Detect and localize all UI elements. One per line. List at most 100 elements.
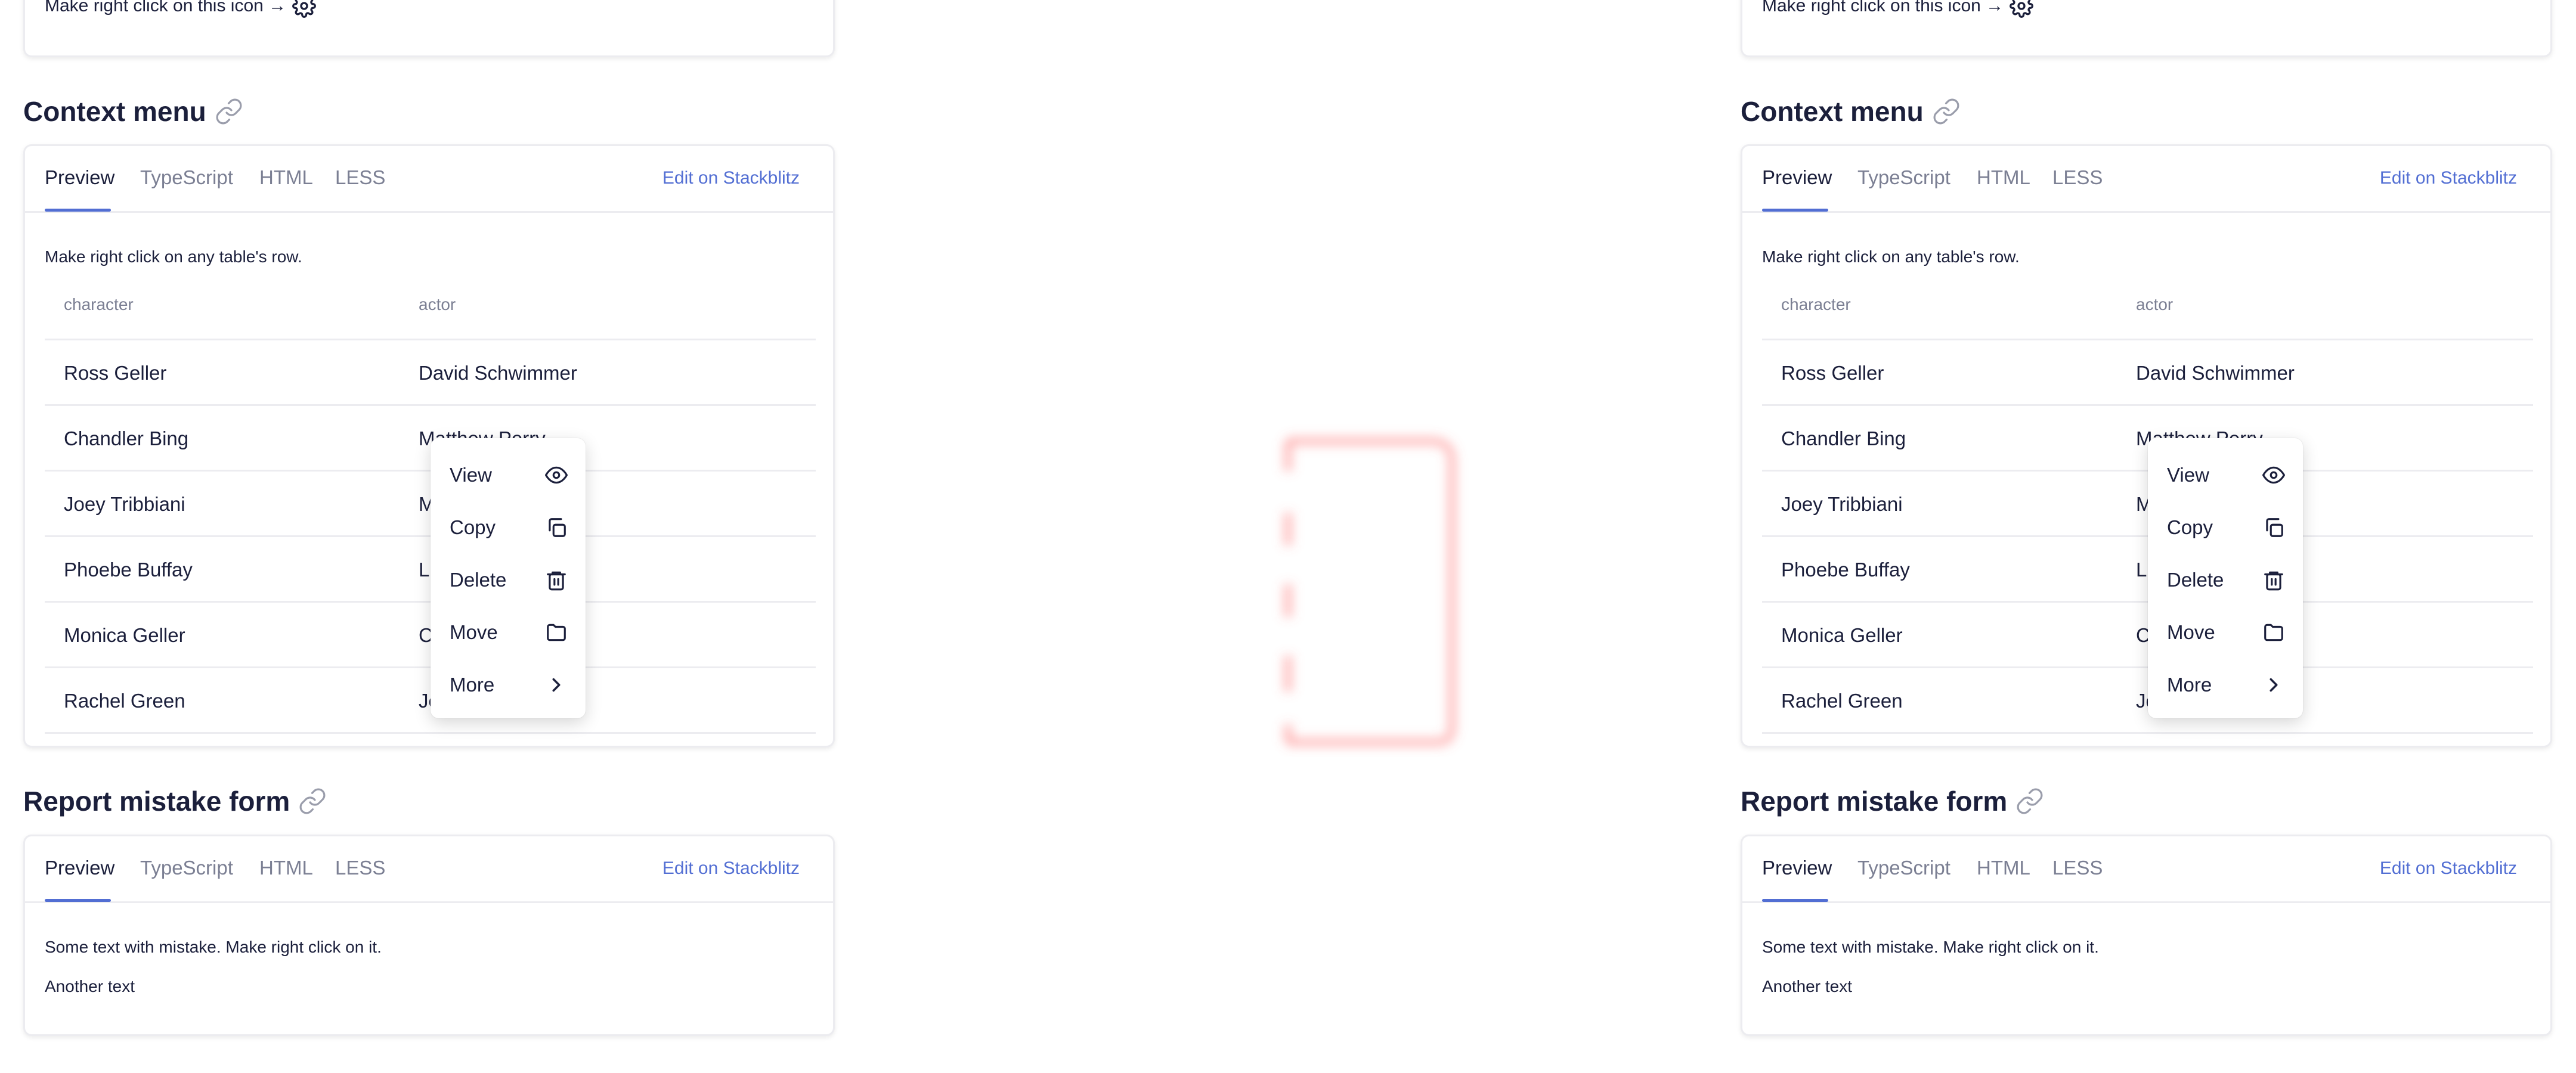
link-icon[interactable]: [2015, 787, 2044, 815]
tab-less[interactable]: LESS: [2052, 166, 2103, 189]
context-menu-title-text: Context menu: [23, 96, 206, 127]
demo-panel-left: Make right click on this icon → Context …: [23, 0, 865, 1073]
context-menu-title: Context menu: [1741, 95, 1961, 128]
tab-html[interactable]: HTML: [1977, 857, 2030, 879]
character-cell: Joey Tribbiani: [64, 493, 185, 515]
menu-item-delete[interactable]: Delete: [2148, 554, 2303, 606]
eye-icon: [2262, 466, 2285, 484]
another-text: Another text: [45, 977, 135, 996]
tab-preview[interactable]: Preview: [1762, 857, 1832, 879]
menu-item-move[interactable]: Move: [431, 606, 586, 659]
menu-item-label: More: [450, 674, 495, 696]
context-menu-title: Context menu: [23, 95, 243, 128]
active-tab-indicator: [1762, 209, 1828, 212]
actor-cell: David Schwimmer: [419, 362, 577, 384]
link-icon[interactable]: [215, 97, 243, 126]
trash-icon: [547, 571, 566, 591]
link-icon[interactable]: [298, 787, 327, 815]
character-cell: Ross Geller: [64, 362, 167, 384]
character-cell: Phoebe Buffay: [1781, 559, 1910, 581]
menu-item-label: Copy: [2167, 516, 2213, 538]
context-menu-description: Make right click on any table's row.: [1762, 247, 2020, 266]
context-menu-dropdown: View Copy Delete Move More: [431, 438, 586, 718]
mistake-text[interactable]: Some text with mistake. Make right click…: [1762, 938, 2099, 957]
table-header: character actor: [45, 295, 816, 340]
mistake-text[interactable]: Some text with mistake. Make right click…: [45, 938, 382, 957]
table-row[interactable]: Ross Geller David Schwimmer: [1762, 340, 2533, 406]
table-row[interactable]: Ross Geller David Schwimmer: [45, 340, 816, 406]
edit-on-stackblitz-link[interactable]: Edit on Stackblitz: [662, 168, 800, 188]
report-mistake-title-text: Report mistake form: [1741, 786, 2008, 817]
edit-on-stackblitz-link[interactable]: Edit on Stackblitz: [2380, 168, 2517, 188]
active-tab-indicator: [45, 209, 111, 212]
top-hint-text: Make right click on this icon →: [45, 0, 287, 15]
menu-item-more[interactable]: More: [431, 659, 586, 711]
demo-panel-right: Make right click on this icon → Context …: [1741, 0, 2576, 1073]
tab-less[interactable]: LESS: [2052, 857, 2103, 879]
character-cell: Monica Geller: [64, 624, 185, 646]
menu-item-label: View: [2167, 464, 2209, 486]
tab-less[interactable]: LESS: [335, 857, 385, 879]
another-text: Another text: [1762, 977, 1852, 996]
table-header: character actor: [1762, 295, 2533, 340]
menu-item-copy[interactable]: Copy: [2148, 501, 2303, 554]
tab-html[interactable]: HTML: [259, 857, 313, 879]
tab-typescript[interactable]: TypeScript: [140, 166, 233, 189]
menu-item-copy[interactable]: Copy: [431, 501, 586, 554]
menu-item-delete[interactable]: Delete: [431, 554, 586, 606]
link-icon[interactable]: [1932, 97, 1961, 126]
tab-html[interactable]: HTML: [259, 166, 313, 189]
character-cell: Joey Tribbiani: [1781, 493, 1903, 515]
chevron-right-icon: [552, 678, 561, 692]
folder-icon: [2264, 624, 2283, 641]
chevron-right-icon: [2270, 678, 2278, 692]
tab-preview[interactable]: Preview: [45, 857, 114, 879]
tab-preview[interactable]: Preview: [45, 166, 114, 189]
drag-ghost-outline: [1284, 437, 1456, 746]
character-cell: Chandler Bing: [64, 427, 189, 449]
tab-html[interactable]: HTML: [1977, 166, 2030, 189]
tab-less[interactable]: LESS: [335, 166, 385, 189]
menu-item-view[interactable]: View: [2148, 449, 2303, 501]
menu-item-label: Delete: [450, 569, 507, 591]
edit-on-stackblitz-link[interactable]: Edit on Stackblitz: [662, 858, 800, 879]
menu-item-move[interactable]: Move: [2148, 606, 2303, 659]
report-mistake-card: Preview TypeScript HTML LESS Edit on Sta…: [23, 835, 835, 1036]
folder-icon: [547, 624, 566, 641]
character-cell: Rachel Green: [64, 690, 185, 712]
tab-typescript[interactable]: TypeScript: [1857, 857, 1950, 879]
context-menu-tabs: Preview TypeScript HTML LESS Edit on Sta…: [25, 146, 833, 213]
menu-item-label: Delete: [2167, 569, 2224, 591]
menu-item-more[interactable]: More: [2148, 659, 2303, 711]
character-cell: Rachel Green: [1781, 690, 1903, 712]
report-mistake-title-text: Report mistake form: [23, 786, 290, 817]
character-cell: Ross Geller: [1781, 362, 1884, 384]
gear-icon[interactable]: [2010, 0, 2034, 18]
report-mistake-card: Preview TypeScript HTML LESS Edit on Sta…: [1741, 835, 2552, 1036]
edit-on-stackblitz-link[interactable]: Edit on Stackblitz: [2380, 858, 2517, 879]
column-header-actor: actor: [2136, 295, 2174, 314]
top-example-card: Make right click on this icon →: [1741, 0, 2552, 57]
copy-icon: [549, 518, 566, 537]
menu-item-label: Move: [2167, 621, 2215, 643]
report-mistake-tabs: Preview TypeScript HTML LESS Edit on Sta…: [1742, 836, 2550, 903]
trash-icon: [2264, 571, 2283, 591]
tab-typescript[interactable]: TypeScript: [1857, 166, 1950, 189]
top-hint: Make right click on this icon →: [1762, 0, 2034, 18]
active-tab-indicator: [45, 899, 111, 902]
report-mistake-title: Report mistake form: [23, 785, 327, 817]
eye-icon: [545, 466, 568, 484]
column-header-character: character: [64, 295, 134, 314]
context-menu-card: Preview TypeScript HTML LESS Edit on Sta…: [23, 144, 835, 748]
menu-item-view[interactable]: View: [431, 449, 586, 501]
column-header-character: character: [1781, 295, 1851, 314]
gear-icon[interactable]: [292, 0, 317, 18]
tab-preview[interactable]: Preview: [1762, 166, 1832, 189]
character-cell: Chandler Bing: [1781, 427, 1906, 449]
menu-item-label: More: [2167, 674, 2212, 696]
copy-icon: [2266, 518, 2283, 537]
character-cell: Phoebe Buffay: [64, 559, 193, 581]
tab-typescript[interactable]: TypeScript: [140, 857, 233, 879]
menu-item-label: Move: [450, 621, 498, 643]
character-cell: Monica Geller: [1781, 624, 1903, 646]
